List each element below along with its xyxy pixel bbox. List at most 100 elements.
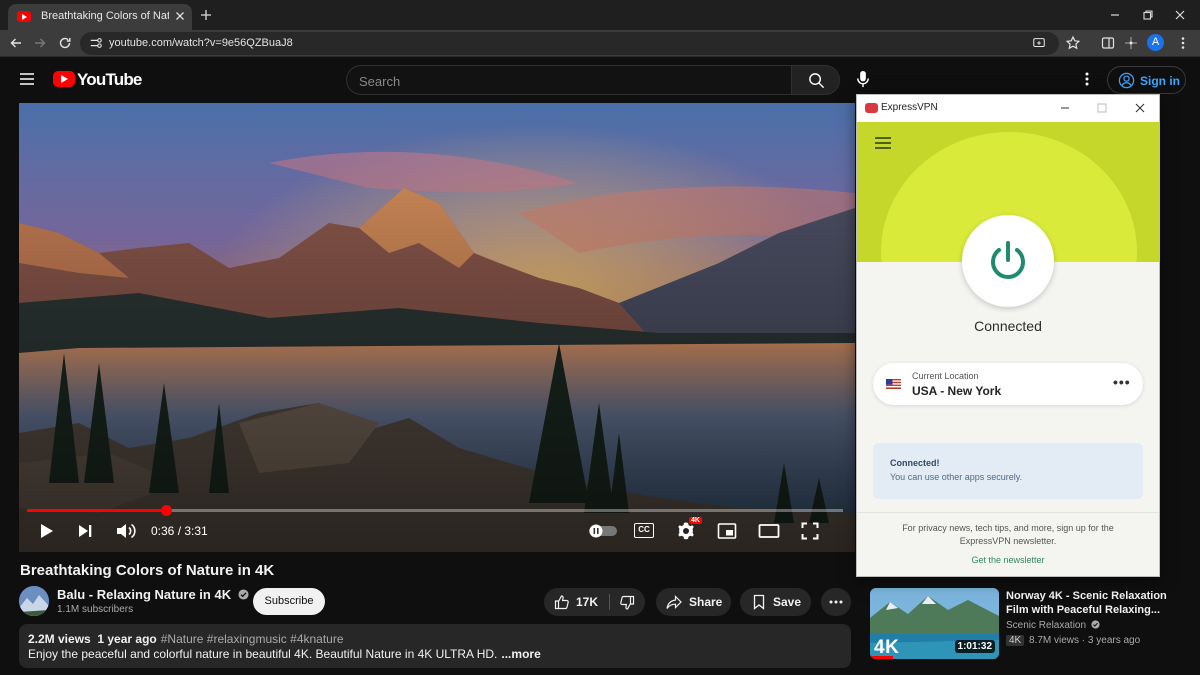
verified-check-icon [238, 589, 249, 600]
volume-icon[interactable] [115, 521, 137, 541]
next-video-icon[interactable] [76, 522, 94, 540]
description-meta: 2.2M views 1 year ago #Nature #relaxingmu… [28, 632, 344, 646]
channel-avatar[interactable] [19, 586, 49, 616]
video-title: Breathtaking Colors of Nature in 4K [20, 562, 275, 579]
tab-title: Breathtaking Colors of Nature in 4K [41, 10, 169, 22]
expressvpn-window: ExpressVPN Connected Current Location US… [856, 94, 1160, 577]
recommended-4k-badge: 4K [1006, 635, 1025, 646]
recommended-channel-name: Scenic Relaxation [1006, 620, 1087, 631]
browser-tab[interactable]: Breathtaking Colors of Nature in 4K [8, 4, 192, 30]
close-window-icon[interactable] [1172, 7, 1188, 23]
profile-avatar[interactable]: A [1147, 34, 1164, 51]
youtube-favicon-icon [17, 11, 31, 22]
recommended-duration: 1:01:32 [954, 640, 995, 653]
vpn-close-icon[interactable] [1133, 101, 1147, 115]
current-location-card[interactable]: Current Location USA - New York ••• [873, 363, 1143, 405]
address-bar[interactable]: youtube.com/watch?v=9e56QZBuaJ8 [80, 32, 1059, 55]
more-options-icon[interactable] [1079, 71, 1095, 87]
sign-in-button[interactable]: Sign in [1107, 66, 1186, 94]
video-frame-mountain-lake [19, 103, 855, 552]
captions-button[interactable]: CC [634, 523, 654, 538]
extensions-icon[interactable] [1123, 35, 1139, 51]
site-info-icon[interactable] [89, 36, 103, 50]
tab-close-icon[interactable] [172, 8, 188, 24]
back-arrow-icon[interactable] [8, 35, 24, 51]
channel-name-text: Balu - Relaxing Nature in 4K [57, 587, 232, 602]
search-box[interactable] [346, 65, 792, 95]
newsletter-text: For privacy news, tech tips, and more, s… [902, 523, 1114, 546]
miniplayer-icon[interactable] [717, 522, 737, 540]
hamburger-menu-icon[interactable] [18, 70, 36, 88]
youtube-logo-text: YouTube [77, 70, 142, 89]
location-options-icon[interactable]: ••• [1113, 374, 1131, 390]
location-label: Current Location [912, 371, 979, 381]
show-more-link[interactable]: ...more [501, 647, 540, 661]
like-count: 17K [576, 595, 599, 609]
connected-notice: Connected! You can use other apps secure… [873, 443, 1143, 499]
more-actions-button[interactable] [821, 588, 851, 616]
recommended-age: 3 years ago [1087, 635, 1141, 646]
search-input[interactable] [359, 72, 779, 90]
search-button[interactable] [791, 65, 840, 95]
side-panel-icon[interactable] [1100, 35, 1116, 51]
url-text: youtube.com/watch?v=9e56QZBuaJ8 [109, 37, 293, 49]
like-divider [609, 594, 610, 610]
vpn-maximize-icon[interactable] [1095, 101, 1109, 115]
minimize-window-icon[interactable] [1107, 7, 1123, 23]
vpn-divider [857, 512, 1159, 513]
hashtags[interactable]: #Nature #relaxingmusic #4knature [161, 632, 344, 646]
description-text: Enjoy the peaceful and colorful nature i… [28, 647, 498, 661]
subscribe-button[interactable]: Subscribe [253, 588, 325, 615]
horizontal-dots-icon [829, 600, 843, 604]
recommended-watched-bar [870, 656, 894, 659]
time-display: 0:36 / 3:31 [151, 524, 208, 538]
description-box[interactable]: 2.2M views 1 year ago #Nature #relaxingmu… [19, 624, 851, 668]
us-flag-icon [886, 379, 901, 389]
progress-bar[interactable] [27, 505, 843, 516]
channel-name[interactable]: Balu - Relaxing Nature in 4K [57, 587, 249, 602]
recommended-video-title[interactable]: Norway 4K - Scenic Relaxation Film with … [1006, 589, 1186, 617]
account-icon [1118, 72, 1135, 89]
save-button[interactable]: Save [740, 588, 811, 616]
like-button[interactable]: 17K [544, 588, 608, 616]
like-dislike-group: 17K [544, 588, 645, 616]
newsletter-link[interactable]: Get the newsletter [857, 555, 1159, 565]
restore-window-icon[interactable] [1140, 7, 1156, 23]
recommended-video-thumbnail[interactable]: 4K 1:01:32 [870, 588, 999, 659]
settings-gear-icon[interactable] [676, 521, 696, 541]
recommended-meta: 4K 8.7M views · 3 years ago [1006, 635, 1140, 646]
autoplay-toggle[interactable] [588, 523, 618, 539]
vpn-hamburger-icon[interactable] [874, 136, 892, 150]
play-icon[interactable] [37, 522, 55, 540]
fullscreen-icon[interactable] [801, 522, 819, 540]
sign-in-label: Sign in [1140, 74, 1180, 88]
vpn-minimize-icon[interactable] [1058, 101, 1072, 115]
save-label: Save [773, 595, 802, 609]
expressvpn-logo-icon [865, 103, 878, 113]
share-button[interactable]: Share [656, 588, 731, 616]
new-tab-icon[interactable] [198, 7, 214, 23]
progress-scrubber[interactable] [160, 505, 172, 516]
vpn-window-title: ExpressVPN [881, 102, 938, 113]
share-label: Share [689, 595, 723, 609]
browser-menu-icon[interactable] [1175, 35, 1191, 51]
video-player[interactable]: 0:36 / 3:31 CC 4K [19, 103, 855, 552]
recommended-channel[interactable]: Scenic Relaxation [1006, 620, 1100, 631]
vpn-power-button[interactable] [962, 215, 1054, 307]
forward-arrow-icon[interactable] [32, 35, 48, 51]
progress-played [27, 509, 166, 512]
theater-mode-icon[interactable] [758, 523, 780, 539]
install-app-icon[interactable] [1032, 36, 1046, 50]
microphone-icon[interactable] [855, 70, 871, 89]
browser-toolbar: youtube.com/watch?v=9e56QZBuaJ8 A [0, 30, 1200, 57]
youtube-play-logo-icon [53, 71, 75, 87]
quality-badge: 4K [689, 517, 702, 524]
thumbs-down-icon[interactable] [619, 595, 635, 611]
view-count: 2.2M views [28, 632, 91, 646]
bookmark-star-icon[interactable] [1065, 35, 1081, 51]
search-icon [809, 73, 825, 89]
thumbs-up-icon [554, 595, 569, 610]
reload-icon[interactable] [57, 35, 73, 51]
recommended-verified-icon [1091, 620, 1100, 629]
notice-body: You can use other apps securely. [890, 472, 1023, 482]
